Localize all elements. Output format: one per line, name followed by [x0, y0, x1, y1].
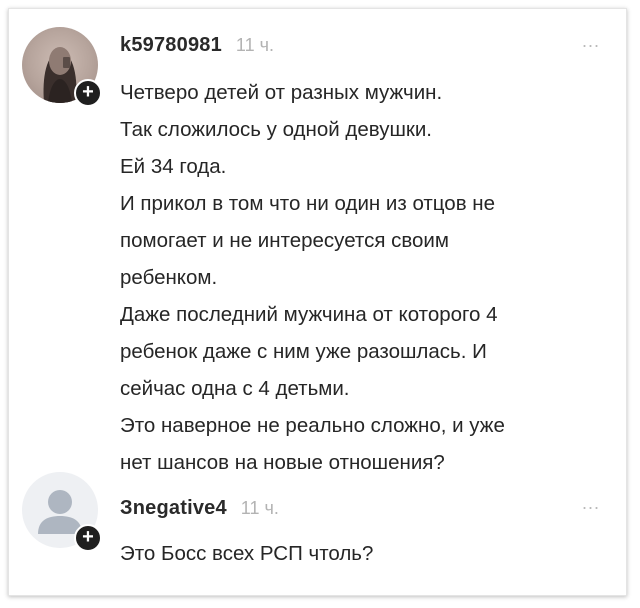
- comment-line: ребенок даже с ним уже разошлась. И: [120, 340, 487, 363]
- avatar-container[interactable]: +: [22, 472, 102, 552]
- comment-line: Ей 34 года.: [120, 155, 227, 178]
- comment-line: ребенком.: [120, 266, 218, 289]
- comment-line: сейчас одна с 4 детьми.: [120, 377, 350, 400]
- comment-time: 11 ч.: [240, 498, 279, 518]
- comment-line: нет шансов на новые отношения?: [120, 451, 445, 474]
- comment-header: Зnegative4 11 ч.: [120, 497, 279, 527]
- add-friend-icon[interactable]: +: [74, 524, 102, 552]
- comment-line: Это наверное не реально сложно, и уже: [120, 414, 505, 437]
- comment-line: И прикол в том что ни один из отцов не: [120, 192, 496, 215]
- comment-time: 11 ч.: [235, 35, 274, 55]
- more-options-icon[interactable]: ...: [582, 31, 600, 52]
- comment-text: Четверо детей от разных мужчин. Так слож…: [120, 74, 600, 481]
- author-name[interactable]: k59780981: [120, 34, 222, 57]
- comment-line: Так сложилось у одной девушки.: [120, 118, 433, 141]
- comments-card: + k59780981 11 ч. ... Четверо детей от р…: [8, 8, 627, 596]
- comment-line: Даже последний мужчина от которого 4: [120, 303, 498, 326]
- comment-line: Четверо детей от разных мужчин.: [120, 81, 443, 104]
- more-options-icon[interactable]: ...: [582, 493, 600, 514]
- avatar-container[interactable]: +: [22, 27, 102, 107]
- author-name[interactable]: Зnegative4: [120, 497, 227, 520]
- comment-line: Это Босс всех РСП чтоль?: [120, 542, 374, 565]
- comment-text: Это Босс всех РСП чтоль?: [120, 535, 600, 572]
- add-friend-icon[interactable]: +: [74, 79, 102, 107]
- comment-line: помогает и не интересуется своим: [120, 229, 449, 252]
- comment-header: k59780981 11 ч.: [120, 34, 274, 64]
